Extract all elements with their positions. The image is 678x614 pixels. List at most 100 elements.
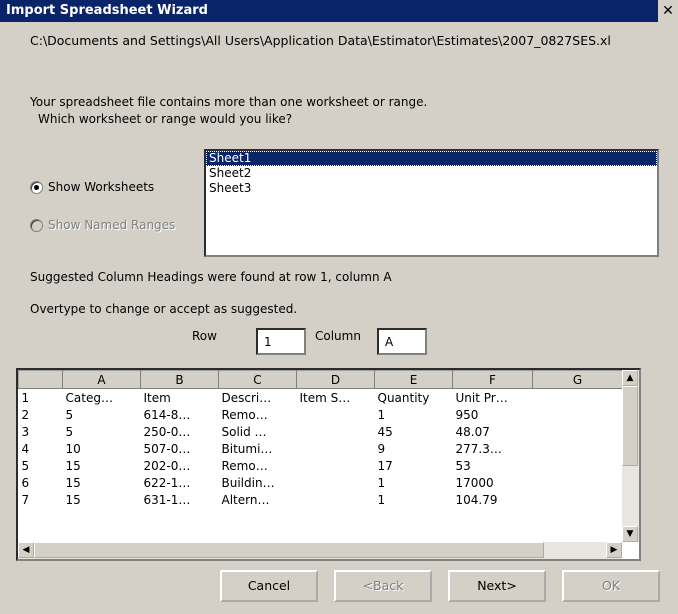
vertical-scroll-thumb[interactable] bbox=[622, 386, 638, 466]
grid-cell[interactable]: 9 bbox=[375, 440, 453, 457]
grid-col-header-g[interactable]: G bbox=[532, 370, 623, 389]
horizontal-scrollbar[interactable]: ◀ ▶ bbox=[18, 542, 622, 559]
grid-cell[interactable]: 1 bbox=[375, 406, 453, 423]
grid-cell[interactable] bbox=[297, 406, 375, 423]
preview-grid[interactable]: A B C D E F G 1 Categ… Item Descri… Item… bbox=[16, 368, 641, 561]
grid-cell[interactable]: Categ… bbox=[63, 389, 141, 407]
grid-cell[interactable]: 614-8… bbox=[141, 406, 219, 423]
table-row: 2 5 614-8… Remo… 1 950 bbox=[19, 406, 623, 423]
grid-cell[interactable]: 5 bbox=[63, 406, 141, 423]
row-number-cell: 3 bbox=[21, 424, 30, 439]
grid-cell[interactable]: 17000 bbox=[453, 474, 533, 491]
scroll-left-icon[interactable]: ◀ bbox=[18, 542, 34, 558]
table-row: 5 15 202-0… Remo… 17 53 bbox=[19, 457, 623, 474]
grid-cell[interactable]: 202-0… bbox=[141, 457, 219, 474]
grid-cell[interactable]: Quantity bbox=[375, 389, 453, 407]
grid-cell[interactable] bbox=[297, 423, 375, 440]
row-number-cell: 7 bbox=[21, 492, 30, 507]
window-title: Import Spreadsheet Wizard bbox=[6, 3, 208, 18]
grid-cell[interactable]: 48.07 bbox=[453, 423, 533, 440]
scroll-down-icon[interactable]: ▼ bbox=[622, 526, 638, 542]
grid-cell[interactable]: 15 bbox=[63, 474, 141, 491]
row-number-cell: 1 bbox=[21, 390, 30, 405]
grid-cell[interactable] bbox=[533, 491, 623, 508]
grid-cell[interactable]: 277.3… bbox=[453, 440, 533, 457]
grid-cell[interactable]: 631-1… bbox=[141, 491, 219, 508]
question-line-2: Which worksheet or range would you like? bbox=[38, 112, 293, 126]
overtype-text: Overtype to change or accept as suggeste… bbox=[30, 302, 298, 316]
grid-cell[interactable]: 15 bbox=[63, 491, 141, 508]
file-path: C:\Documents and Settings\All Users\Appl… bbox=[30, 33, 611, 48]
grid-cell[interactable]: 950 bbox=[453, 406, 533, 423]
grid-cell[interactable]: 5 bbox=[63, 423, 141, 440]
row-label: Row bbox=[192, 329, 217, 343]
grid-cell[interactable]: Solid … bbox=[219, 423, 297, 440]
grid-cell[interactable]: Item S… bbox=[297, 389, 375, 407]
worksheet-item-sheet1[interactable]: Sheet1 bbox=[206, 151, 657, 166]
scroll-right-icon[interactable]: ▶ bbox=[606, 542, 622, 558]
show-worksheets-radio[interactable] bbox=[30, 181, 43, 194]
grid-cell[interactable] bbox=[297, 440, 375, 457]
grid-col-header-f[interactable]: F bbox=[452, 370, 533, 389]
grid-cell[interactable] bbox=[533, 389, 623, 407]
grid-cell[interactable] bbox=[297, 474, 375, 491]
table-row: 3 5 250-0… Solid … 45 48.07 bbox=[19, 423, 623, 440]
preview-table: A B C D E F G 1 Categ… Item Descri… Item… bbox=[18, 370, 623, 508]
grid-cell[interactable]: Bitumi… bbox=[219, 440, 297, 457]
grid-cell[interactable]: 1 bbox=[375, 474, 453, 491]
row-number-cell: 5 bbox=[21, 458, 30, 473]
grid-cell[interactable]: Buildin… bbox=[219, 474, 297, 491]
grid-cell[interactable]: 622-1… bbox=[141, 474, 219, 491]
grid-col-header-e[interactable]: E bbox=[374, 370, 453, 389]
grid-cell[interactable] bbox=[533, 440, 623, 457]
cancel-button[interactable]: Cancel bbox=[220, 570, 318, 602]
column-label: Column bbox=[315, 329, 361, 343]
table-row: 6 15 622-1… Buildin… 1 17000 bbox=[19, 474, 623, 491]
grid-cell[interactable] bbox=[297, 457, 375, 474]
grid-col-header-c[interactable]: C bbox=[218, 370, 297, 389]
grid-col-header-d[interactable]: D bbox=[296, 370, 375, 389]
grid-cell[interactable]: 53 bbox=[453, 457, 533, 474]
grid-corner-cell[interactable] bbox=[18, 370, 63, 389]
table-row: 1 Categ… Item Descri… Item S… Quantity U… bbox=[19, 389, 623, 407]
row-number-cell: 2 bbox=[21, 407, 30, 422]
worksheet-list[interactable]: Sheet1 Sheet2 Sheet3 bbox=[204, 149, 659, 257]
row-number-cell: 6 bbox=[21, 475, 30, 490]
title-bar: Import Spreadsheet Wizard ✕ bbox=[0, 0, 678, 22]
row-input[interactable]: 1 bbox=[256, 328, 306, 355]
grid-cell[interactable]: Item bbox=[141, 389, 219, 407]
ok-button: OK bbox=[562, 570, 660, 602]
worksheet-item-sheet3[interactable]: Sheet3 bbox=[206, 181, 657, 196]
back-button: <Back bbox=[334, 570, 432, 602]
grid-cell[interactable] bbox=[297, 491, 375, 508]
grid-cell[interactable]: Descri… bbox=[219, 389, 297, 407]
grid-cell[interactable]: Remo… bbox=[219, 406, 297, 423]
column-input[interactable]: A bbox=[377, 328, 427, 355]
next-button[interactable]: Next> bbox=[448, 570, 546, 602]
grid-cell[interactable]: 45 bbox=[375, 423, 453, 440]
grid-cell[interactable]: Unit Pr… bbox=[453, 389, 533, 407]
grid-cell[interactable] bbox=[533, 406, 623, 423]
grid-cell[interactable]: 1 bbox=[375, 491, 453, 508]
scroll-up-icon[interactable]: ▲ bbox=[622, 370, 638, 386]
show-named-ranges-radio bbox=[30, 219, 43, 232]
grid-cell[interactable]: 250-0… bbox=[141, 423, 219, 440]
grid-cell[interactable] bbox=[533, 474, 623, 491]
grid-col-header-a[interactable]: A bbox=[62, 370, 141, 389]
grid-cell[interactable] bbox=[533, 457, 623, 474]
grid-cell[interactable]: 507-0… bbox=[141, 440, 219, 457]
grid-cell[interactable]: 17 bbox=[375, 457, 453, 474]
grid-cell[interactable]: 10 bbox=[63, 440, 141, 457]
close-icon[interactable]: ✕ bbox=[660, 3, 676, 19]
grid-cell[interactable]: 15 bbox=[63, 457, 141, 474]
horizontal-scroll-thumb[interactable] bbox=[34, 542, 544, 558]
worksheet-item-sheet2[interactable]: Sheet2 bbox=[206, 166, 657, 181]
question-line-1: Your spreadsheet file contains more than… bbox=[30, 95, 428, 109]
grid-col-header-b[interactable]: B bbox=[140, 370, 219, 389]
show-worksheets-label: Show Worksheets bbox=[48, 180, 155, 194]
vertical-scrollbar[interactable]: ▲ ▼ bbox=[622, 370, 639, 542]
grid-cell[interactable]: Remo… bbox=[219, 457, 297, 474]
grid-cell[interactable]: Altern… bbox=[219, 491, 297, 508]
grid-cell[interactable] bbox=[533, 423, 623, 440]
grid-cell[interactable]: 104.79 bbox=[453, 491, 533, 508]
